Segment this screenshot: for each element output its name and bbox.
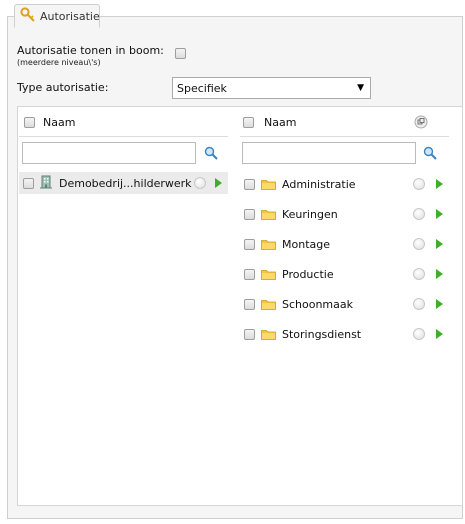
status-dot-icon	[413, 328, 425, 340]
left-select-all-checkbox[interactable]	[24, 117, 35, 128]
play-arrow-icon[interactable]	[436, 239, 443, 249]
show-in-tree-sublabel: (meerdere niveau\'s)	[17, 58, 101, 67]
left-header-divider	[19, 136, 228, 137]
key-icon	[20, 6, 36, 26]
lists-container: Naam Demobedrij...hilderwerk Naam Admini…	[17, 106, 463, 506]
list-item-productie[interactable]: Productie	[244, 263, 454, 285]
right-header-divider	[240, 136, 449, 137]
status-dot-icon	[413, 208, 425, 220]
folder-icon	[261, 329, 276, 340]
play-arrow-icon[interactable]	[436, 269, 443, 279]
type-authorization-value: Specifiek	[177, 81, 227, 95]
list-item-storingsdienst[interactable]: Storingsdienst	[244, 323, 454, 345]
show-in-tree-checkbox[interactable]	[175, 48, 186, 59]
folder-icon	[261, 239, 276, 250]
list-item-label: Schoonmaak	[282, 297, 354, 311]
list-item-checkbox[interactable]	[244, 328, 255, 340]
right-search-input[interactable]	[242, 142, 416, 164]
copy-icon[interactable]	[414, 115, 428, 132]
play-arrow-icon[interactable]	[436, 299, 443, 309]
list-item-checkbox[interactable]	[244, 208, 255, 220]
status-dot-icon	[413, 238, 425, 250]
list-item-checkbox[interactable]	[244, 178, 255, 190]
list-item-montage[interactable]: Montage	[244, 233, 454, 255]
list-item-keuringen[interactable]: Keuringen	[244, 203, 454, 225]
status-dot-icon	[413, 298, 425, 310]
list-item-label: Storingsdienst	[282, 327, 362, 341]
play-arrow-icon[interactable]	[436, 209, 443, 219]
folder-icon	[261, 209, 276, 220]
search-icon[interactable]	[204, 146, 218, 163]
list-item-schoonmaak[interactable]: Schoonmaak	[244, 293, 454, 315]
type-authorization-label: Type autorisatie:	[17, 81, 109, 94]
status-dot-icon	[194, 177, 206, 189]
list-item-checkbox[interactable]	[244, 298, 255, 310]
folder-icon	[261, 179, 276, 190]
building-icon	[39, 175, 53, 192]
list-item-label: Montage	[282, 237, 330, 251]
list-item-label: Keuringen	[282, 207, 338, 221]
search-icon[interactable]	[423, 146, 437, 163]
play-arrow-icon[interactable]	[215, 178, 222, 188]
list-item-administratie[interactable]: Administratie	[244, 173, 454, 195]
right-list-header: Naam	[243, 116, 296, 129]
list-item-checkbox[interactable]	[244, 238, 255, 250]
status-dot-icon	[413, 178, 425, 190]
play-arrow-icon[interactable]	[436, 329, 443, 339]
folder-icon	[261, 299, 276, 310]
left-search-input[interactable]	[22, 142, 196, 164]
list-item-checkbox[interactable]	[23, 177, 34, 189]
list-item-demobedrijf[interactable]: Demobedrij...hilderwerk	[19, 172, 228, 194]
folder-icon	[261, 269, 276, 280]
right-header-label: Naam	[264, 116, 297, 129]
left-header-label: Naam	[43, 116, 76, 129]
left-list-header: Naam	[24, 116, 75, 129]
show-in-tree-label: Autorisatie tonen in boom:	[17, 44, 164, 57]
right-select-all-checkbox[interactable]	[243, 117, 254, 128]
list-item-label: Productie	[282, 267, 334, 281]
list-item-label: Demobedrij...hilderwerk	[59, 176, 192, 190]
list-item-checkbox[interactable]	[244, 268, 255, 280]
list-item-label: Administratie	[282, 177, 356, 191]
type-authorization-select[interactable]: Specifiek ▼	[172, 77, 371, 99]
status-dot-icon	[413, 268, 425, 280]
dropdown-arrow-icon: ▼	[357, 83, 364, 93]
tab-autorisatie[interactable]: Autorisatie	[14, 4, 100, 28]
tab-label: Autorisatie	[40, 9, 100, 23]
play-arrow-icon[interactable]	[436, 179, 443, 189]
